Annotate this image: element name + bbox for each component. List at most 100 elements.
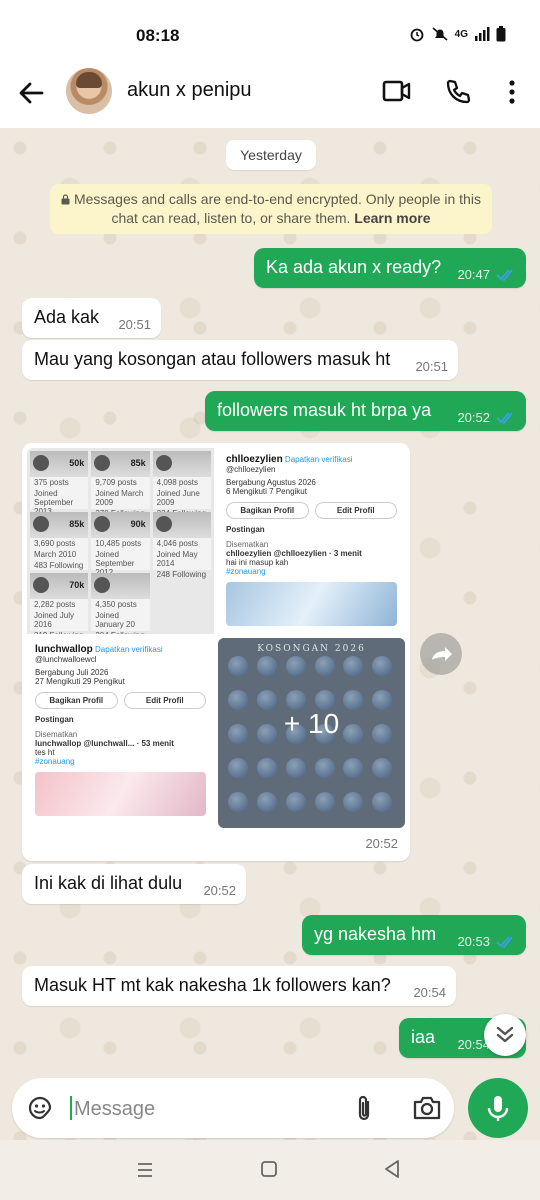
profile-joined: Bergabung Agustus 2026 bbox=[226, 478, 316, 487]
account-avatar-circle bbox=[256, 792, 277, 812]
message-bubble-outgoing[interactable]: Ka ada akun x ready? 20:47 bbox=[254, 248, 526, 288]
message-composer bbox=[12, 1078, 454, 1138]
screenshot-profile-lunchwallop[interactable]: lunchwallop Dapatkan verifikasi @lunchwa… bbox=[27, 638, 214, 828]
status-icons: 4G bbox=[409, 26, 506, 42]
account-posts: 2,282 posts bbox=[34, 600, 76, 609]
nav-back-icon[interactable] bbox=[382, 1158, 402, 1180]
message-input[interactable] bbox=[70, 1096, 340, 1122]
pinned-label: Disematkan bbox=[35, 730, 78, 739]
account-joined: Joined July 2016 bbox=[34, 611, 75, 629]
more-options-icon[interactable] bbox=[500, 78, 524, 106]
contact-avatar[interactable] bbox=[66, 68, 112, 114]
contact-name[interactable]: akun x penipu bbox=[127, 79, 252, 102]
account-avatar-circle bbox=[343, 690, 364, 710]
tweet-header: lunchwallop @lunchwall... · 53 menit bbox=[35, 739, 174, 748]
camera-icon[interactable] bbox=[412, 1094, 442, 1122]
screenshot-profile-chlloezylien[interactable]: chlloezylien Dapatkan verifikasi @chlloe… bbox=[218, 448, 405, 634]
message-bubble-outgoing[interactable]: followers masuk ht brpa ya 20:52 bbox=[205, 391, 526, 431]
back-arrow-icon[interactable] bbox=[16, 78, 46, 108]
follower-count: 85k bbox=[130, 458, 146, 468]
read-ticks-icon bbox=[496, 412, 513, 425]
account-card-header: 90k bbox=[91, 512, 150, 538]
profile-following: 27 Mengikuti bbox=[35, 677, 81, 686]
screenshot-accounts-grid[interactable]: 50k375 postsJoined September 2013149 Fol… bbox=[27, 448, 214, 634]
profile-preview: lunchwallop Dapatkan verifikasi @lunchwa… bbox=[27, 638, 214, 822]
message-bubble-incoming[interactable]: Ini kak di lihat dulu 20:52 bbox=[22, 864, 246, 904]
follower-count: 85k bbox=[69, 519, 85, 529]
account-card: 50k375 postsJoined September 2013149 Fol… bbox=[30, 451, 89, 527]
recent-apps-icon[interactable] bbox=[135, 1160, 155, 1180]
forward-button[interactable] bbox=[420, 633, 462, 675]
account-joined: March 2010 bbox=[34, 550, 77, 559]
account-avatar-circle bbox=[285, 758, 306, 778]
account-avatar-circle bbox=[314, 690, 335, 710]
account-avatar-circle bbox=[343, 656, 364, 676]
tweet-text: hai ini masup kah bbox=[226, 558, 289, 567]
account-card-header: 85k bbox=[30, 512, 89, 538]
back-circle-icon bbox=[33, 577, 49, 593]
tweet-image bbox=[35, 772, 206, 816]
message-text: Masuk HT mt kak nakesha 1k followers kan… bbox=[34, 975, 391, 995]
double-chevron-down-icon bbox=[496, 1026, 514, 1043]
scroll-to-bottom-button[interactable] bbox=[484, 1014, 526, 1056]
message-time: 20:54 bbox=[413, 985, 446, 1000]
account-posts: 3,690 posts bbox=[34, 539, 76, 548]
profile-handle: @lunchwalloewcl bbox=[35, 655, 97, 664]
message-time: 20:52 bbox=[203, 883, 236, 898]
account-avatar-circle bbox=[228, 758, 248, 778]
profile-name: lunchwallop bbox=[35, 644, 93, 655]
more-media-count: + 10 bbox=[283, 708, 340, 739]
message-bubble-incoming[interactable]: Ada kak 20:51 bbox=[22, 298, 161, 338]
message-bubble-outgoing[interactable]: yg nakesha hm 20:53 bbox=[302, 915, 526, 955]
account-following: 483 Following bbox=[34, 561, 84, 570]
message-time: 20:47 bbox=[457, 267, 490, 282]
back-circle-icon bbox=[94, 516, 111, 532]
message-time: 20:52 bbox=[365, 836, 398, 851]
account-avatar-circle bbox=[314, 758, 335, 778]
edit-profile-button: Edit Profil bbox=[314, 502, 397, 519]
phone-icon[interactable] bbox=[444, 78, 472, 106]
account-avatar-circle bbox=[372, 792, 393, 812]
account-card: 85k 3,690 posts March 2010 483 Following bbox=[30, 512, 89, 570]
account-card-header: 85k bbox=[91, 451, 150, 477]
message-bubble-incoming[interactable]: Mau yang kosongan atau followers masuk h… bbox=[22, 340, 458, 380]
account-avatar-circle bbox=[343, 792, 364, 812]
date-chip: Yesterday bbox=[226, 140, 316, 170]
home-icon[interactable] bbox=[260, 1160, 278, 1178]
back-circle-icon bbox=[33, 455, 49, 471]
screenshot-kosongan-more[interactable]: KOSONGAN 2026 + 10 bbox=[218, 638, 405, 828]
sticker-emoji-icon[interactable] bbox=[26, 1094, 54, 1122]
read-ticks-icon bbox=[496, 936, 513, 949]
account-card: 85k9,709 postsJoined March 2009370 Follo… bbox=[91, 451, 150, 518]
profile-followers: 7 Pengikut bbox=[269, 487, 307, 496]
account-card-header bbox=[91, 573, 150, 599]
account-posts: 4,098 posts bbox=[156, 478, 199, 487]
message-bubble-incoming[interactable]: Masuk HT mt kak nakesha 1k followers kan… bbox=[22, 966, 456, 1006]
back-circle-icon bbox=[155, 516, 172, 532]
forward-icon bbox=[432, 647, 452, 661]
account-avatar-circle bbox=[285, 792, 306, 812]
profile-joined: Bergabung Juli 2026 bbox=[35, 668, 109, 677]
paperclip-icon[interactable] bbox=[352, 1094, 378, 1124]
message-time: 20:51 bbox=[118, 317, 151, 332]
video-call-icon[interactable] bbox=[382, 78, 412, 104]
profile-preview: chlloezylien Dapatkan verifikasi @chlloe… bbox=[218, 448, 405, 632]
account-avatar-circle bbox=[343, 758, 364, 778]
account-posts: 4,350 posts bbox=[95, 600, 137, 609]
account-avatar-circle bbox=[228, 792, 248, 812]
learn-more-link[interactable]: Learn more bbox=[354, 210, 430, 226]
battery-icon bbox=[496, 26, 506, 42]
voice-message-button[interactable] bbox=[468, 1078, 528, 1138]
tweet-image bbox=[226, 582, 397, 626]
account-following: 248 Following bbox=[156, 570, 207, 579]
account-card-header bbox=[152, 512, 211, 538]
follower-count: 50k bbox=[69, 458, 85, 468]
follower-count: 70k bbox=[69, 580, 85, 590]
message-text: iaa bbox=[411, 1027, 436, 1047]
media-album[interactable]: 50k375 postsJoined September 2013149 Fol… bbox=[22, 443, 410, 861]
signal-icon bbox=[475, 27, 490, 41]
encryption-notice[interactable]: Messages and calls are end-to-end encryp… bbox=[50, 184, 492, 234]
back-circle-icon bbox=[94, 577, 111, 593]
account-card-header: 50k bbox=[30, 451, 89, 477]
profile-following: 6 Mengikuti bbox=[226, 487, 267, 496]
